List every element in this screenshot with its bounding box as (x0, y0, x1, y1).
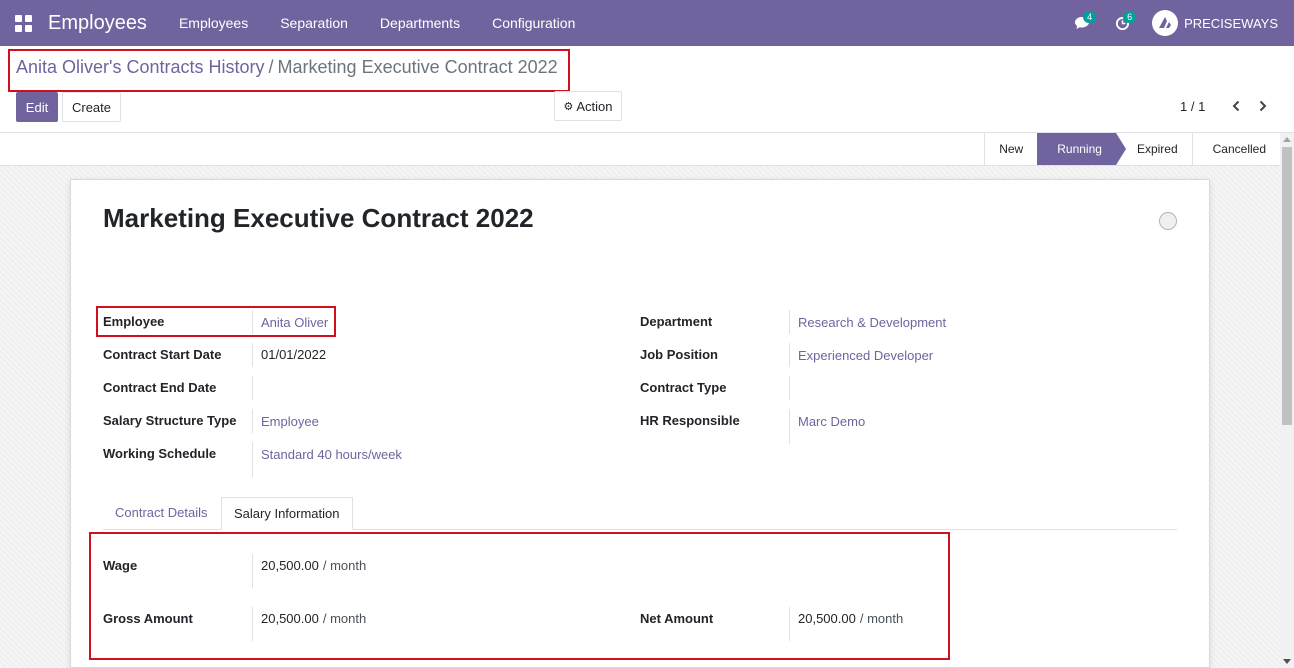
menu-departments[interactable]: Departments (364, 0, 476, 46)
messages-badge: 4 (1083, 11, 1097, 23)
messages-button[interactable]: 4 (1062, 0, 1102, 46)
scroll-up-arrow-icon[interactable] (1283, 137, 1291, 142)
kanban-state-icon[interactable] (1159, 212, 1177, 230)
pager-next-button[interactable] (1255, 97, 1271, 115)
stage-expired[interactable]: Expired (1115, 133, 1192, 165)
pager-value[interactable]: 1 / 1 (1180, 99, 1205, 114)
menu-separation[interactable]: Separation (264, 0, 364, 46)
apps-menu-icon[interactable] (0, 0, 46, 46)
contract-start-date-label: Contract Start Date (103, 347, 222, 362)
contract-start-date-value: 01/01/2022 (261, 347, 327, 362)
scroll-down-arrow-icon[interactable] (1283, 659, 1291, 664)
breadcrumb-highlight-box (8, 49, 570, 92)
department-label: Department (640, 314, 713, 329)
menu-employees[interactable]: Employees (163, 0, 264, 46)
stage-pipeline: New Running Expired Cancelled (984, 133, 1280, 165)
company-name: PRECISEWAYS (1184, 15, 1278, 31)
field-divider (252, 376, 253, 400)
stage-running[interactable]: Running (1037, 133, 1126, 165)
field-divider (789, 376, 790, 400)
salary-structure-type-link[interactable]: Employee (261, 414, 319, 429)
activities-badge: 6 (1123, 11, 1137, 23)
working-schedule-label: Working Schedule (103, 446, 217, 461)
top-navbar: Employees Employees Separation Departmen… (0, 0, 1294, 46)
field-divider (789, 409, 790, 444)
activities-button[interactable]: 6 (1102, 0, 1142, 46)
company-logo-icon (1152, 10, 1179, 36)
chevron-right-icon (1259, 100, 1267, 112)
tab-salary-information[interactable]: Salary Information (221, 497, 353, 530)
gear-icon: ⚙ (563, 100, 574, 113)
chevron-left-icon (1232, 100, 1240, 112)
action-label: Action (576, 98, 613, 114)
pager-previous-button[interactable] (1228, 97, 1244, 115)
salary-highlight-box (89, 532, 950, 660)
job-position-label: Job Position (640, 347, 718, 362)
action-button[interactable]: ⚙ Action (554, 91, 622, 121)
department-link[interactable]: Research & Development (798, 315, 946, 330)
create-button[interactable]: Create (62, 92, 121, 122)
menu-configuration[interactable]: Configuration (476, 0, 591, 46)
hr-responsible-link[interactable]: Marc Demo (798, 414, 865, 429)
company-switcher[interactable]: PRECISEWAYS (1152, 10, 1278, 36)
field-divider (789, 343, 790, 367)
tab-contract-details[interactable]: Contract Details (103, 497, 219, 530)
contract-title: Marketing Executive Contract 2022 (103, 203, 534, 233)
contract-end-date-label: Contract End Date (103, 380, 217, 395)
field-divider (252, 343, 253, 367)
app-brand[interactable]: Employees (48, 12, 147, 35)
working-schedule-link[interactable]: Standard 40 hours/week (261, 447, 402, 462)
salary-structure-type-label: Salary Structure Type (103, 413, 237, 428)
scrollbar-thumb[interactable] (1282, 147, 1292, 425)
contract-type-label: Contract Type (640, 380, 727, 395)
status-bar: New Running Expired Cancelled (0, 133, 1294, 166)
edit-button[interactable]: Edit (16, 92, 58, 122)
employee-highlight-box (96, 306, 336, 337)
hr-responsible-label: HR Responsible (640, 413, 740, 428)
field-divider (789, 310, 790, 334)
stage-new[interactable]: New (984, 133, 1037, 165)
field-divider (252, 409, 253, 433)
field-divider (252, 442, 253, 477)
job-position-link[interactable]: Experienced Developer (798, 348, 933, 363)
vertical-scrollbar[interactable] (1280, 133, 1294, 668)
stage-cancelled[interactable]: Cancelled (1191, 133, 1280, 165)
